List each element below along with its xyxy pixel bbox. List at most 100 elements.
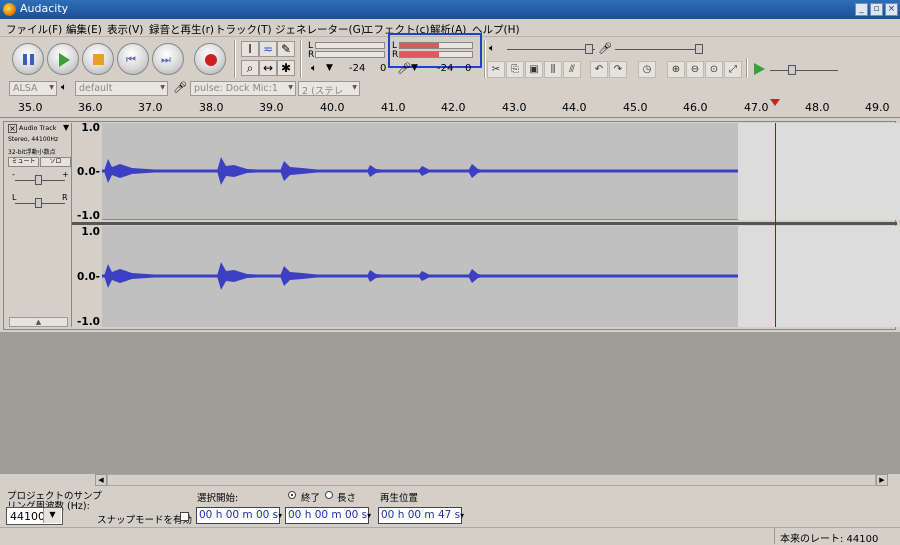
gain-slider-thumb[interactable] xyxy=(35,175,42,185)
zoom-tool-icon[interactable]: ⌕ xyxy=(241,60,259,76)
audio-position-time[interactable]: 00 h 00 m 47 s▾ xyxy=(378,507,465,524)
stop-icon xyxy=(93,54,104,65)
length-radio[interactable] xyxy=(325,491,333,499)
close-track-icon[interactable]: × xyxy=(8,124,17,133)
solo-button[interactable]: ソロ xyxy=(40,157,71,167)
amp-label: 0.0- xyxy=(77,166,100,178)
ruler-label: 44.0 xyxy=(562,101,587,114)
timeshift-tool-icon[interactable]: ↔ xyxy=(259,60,277,76)
snap-mode-checkbox[interactable] xyxy=(180,512,189,521)
input-device-dropdown[interactable]: pulse: Dock Mic:1 ▾ xyxy=(190,81,296,96)
fit-project-icon[interactable]: ⤢ xyxy=(724,61,742,78)
pause-button[interactable] xyxy=(12,43,44,75)
chevron-down-icon: ▾ xyxy=(367,511,372,520)
end-radio-dot xyxy=(291,494,293,496)
selection-start-time[interactable]: 00 h 00 m 00 s▾ xyxy=(196,507,283,524)
silence-icon[interactable]: ⫻ xyxy=(563,61,581,78)
cut-icon[interactable]: ✂ xyxy=(487,61,505,78)
meter-input-dropdown-icon[interactable]: ▼ xyxy=(411,63,418,73)
zoom-in-icon[interactable]: ⊕ xyxy=(667,61,685,78)
chevron-down-icon: ▾ xyxy=(460,511,465,520)
track-info-format: Stereo, 44100Hz xyxy=(8,136,59,143)
output-device-dropdown[interactable]: default ▾ xyxy=(75,81,168,96)
mute-button[interactable]: ミュート xyxy=(8,157,39,167)
play-at-speed-icon[interactable] xyxy=(754,63,765,75)
playback-volume-thumb[interactable] xyxy=(585,44,593,54)
waveform-channel-left[interactable] xyxy=(102,123,738,221)
track-name[interactable]: Audio Track xyxy=(19,124,57,132)
ruler-label: 36.0 xyxy=(78,101,103,114)
play-button[interactable] xyxy=(47,43,79,75)
host-dropdown[interactable]: ALSA ▾ xyxy=(9,81,57,96)
amp-label: -1.0 xyxy=(77,210,100,222)
timeline-ruler[interactable]: 35.0 36.0 37.0 38.0 39.0 40.0 41.0 42.0 … xyxy=(0,98,900,118)
track-info-bits: 32-bit浮動小数点 xyxy=(8,149,56,156)
play-speed-slider[interactable] xyxy=(770,70,838,71)
meter-scale-minus24-input: -24 xyxy=(437,63,454,74)
play-speed-thumb[interactable] xyxy=(788,65,796,75)
end-radio[interactable] xyxy=(288,491,296,499)
empty-timeline-left[interactable] xyxy=(738,123,900,220)
minimize-button[interactable]: _ xyxy=(855,3,868,16)
amp-label: 1.0 xyxy=(81,122,100,134)
record-button[interactable] xyxy=(194,43,226,75)
project-rate-combo[interactable]: 44100 ▼ xyxy=(6,507,63,525)
skip-end-button[interactable]: ⏭ xyxy=(152,43,184,75)
toolbar-separator xyxy=(234,40,236,78)
redo-icon[interactable]: ↷ xyxy=(609,61,627,78)
meter-bar-right xyxy=(315,51,385,58)
meter-scale-minus24: -24 xyxy=(349,63,366,74)
chevron-down-icon: ▾ xyxy=(288,82,293,93)
skip-start-button[interactable]: ⏮ xyxy=(117,43,149,75)
amp-label: -1.0 xyxy=(77,316,100,328)
ruler-label: 48.0 xyxy=(805,101,830,114)
zoom-out-icon[interactable]: ⊖ xyxy=(686,61,704,78)
meter-scale-0-input: 0 xyxy=(465,63,472,74)
pan-slider-thumb[interactable] xyxy=(35,198,42,208)
track-menu-dropdown-icon[interactable]: ▼ xyxy=(63,123,69,132)
maximize-button[interactable]: ▫ xyxy=(870,3,883,16)
waveform-channel-right[interactable] xyxy=(102,226,738,327)
scroll-right-icon[interactable]: ▶ xyxy=(876,474,888,486)
recording-volume-thumb[interactable] xyxy=(695,44,703,54)
horizontal-scrollbar[interactable] xyxy=(107,474,876,486)
meter-output-dropdown-icon[interactable]: ▼ xyxy=(326,63,333,73)
playback-volume-slider[interactable] xyxy=(507,49,595,50)
collapse-track-icon[interactable]: ▲ xyxy=(9,317,68,327)
multi-tool-icon[interactable]: ✱ xyxy=(277,60,295,76)
waveform-left-svg xyxy=(102,157,738,221)
menu-file[interactable]: ファイル(F) xyxy=(6,22,62,37)
status-divider xyxy=(774,528,775,544)
menu-tracks[interactable]: トラック(T) xyxy=(215,22,272,37)
trim-icon[interactable]: ⫼ xyxy=(544,61,562,78)
scroll-left-icon[interactable]: ◀ xyxy=(95,474,107,486)
selection-start-label: 選択開始: xyxy=(197,493,239,504)
chevron-down-icon[interactable]: ▼ xyxy=(43,508,61,523)
chevron-down-icon: ▾ xyxy=(49,82,54,93)
envelope-tool-icon[interactable]: ≂ xyxy=(259,41,277,57)
menu-view[interactable]: 表示(V) xyxy=(107,22,143,37)
menu-transport[interactable]: 録音と再生(r) xyxy=(149,22,214,37)
empty-timeline-right[interactable] xyxy=(738,226,900,327)
channels-dropdown[interactable]: 2 (ステレ ▾ xyxy=(298,81,360,96)
close-button[interactable]: × xyxy=(885,3,898,16)
draw-tool-icon[interactable]: ✎ xyxy=(277,41,295,57)
chevron-down-icon: ▾ xyxy=(278,511,283,520)
undo-icon[interactable]: ↶ xyxy=(590,61,608,78)
selection-tool-icon[interactable]: I xyxy=(241,41,259,57)
skip-end-icon: ⏭ xyxy=(161,53,171,66)
copy-icon[interactable]: ⎘ xyxy=(506,61,524,78)
fit-selection-icon[interactable]: ⊙ xyxy=(705,61,723,78)
menu-edit[interactable]: 編集(E) xyxy=(66,22,102,37)
paste-icon[interactable]: ▣ xyxy=(525,61,543,78)
menu-generate[interactable]: ジェネレーター(G) xyxy=(275,22,365,37)
empty-track-area[interactable] xyxy=(0,332,900,474)
selection-end-time[interactable]: 00 h 00 m 00 s▾ xyxy=(285,507,372,524)
sync-lock-icon[interactable]: ◷ xyxy=(638,61,656,78)
stop-button[interactable] xyxy=(82,43,114,75)
chevron-down-icon: ▾ xyxy=(160,82,165,93)
pause-icon xyxy=(23,54,27,65)
playhead-marker-icon[interactable] xyxy=(770,99,780,106)
recording-volume-slider[interactable] xyxy=(615,49,703,50)
host-value: ALSA xyxy=(13,83,38,94)
